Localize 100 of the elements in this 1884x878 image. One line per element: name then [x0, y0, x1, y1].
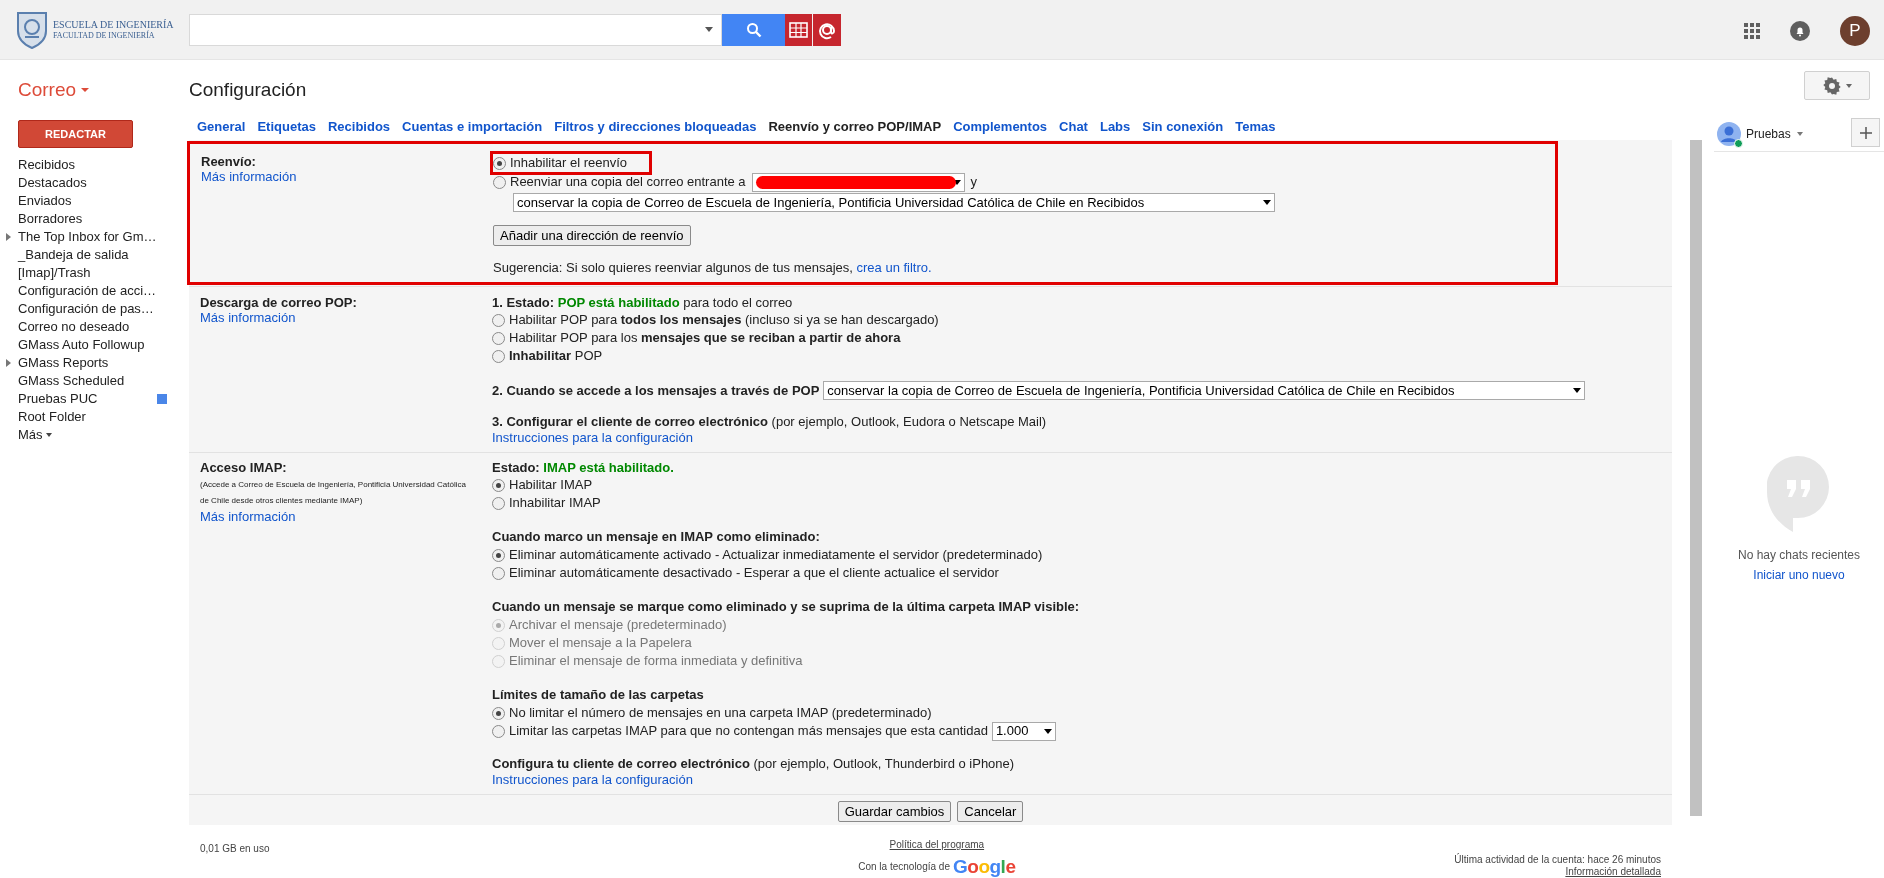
option-label: y — [970, 173, 978, 192]
folder-link[interactable]: Destacados — [18, 173, 87, 193]
app-menu-button[interactable]: Correo — [18, 75, 189, 105]
radio-button[interactable] — [492, 706, 505, 720]
settings-tab[interactable]: Reenvío y correo POP/IMAP — [768, 117, 942, 137]
radio-button[interactable] — [493, 175, 506, 189]
user-avatar-icon[interactable] — [1717, 121, 1741, 146]
more-link[interactable]: Más — [18, 426, 52, 444]
settings-tab[interactable]: Etiquetas — [257, 117, 316, 137]
search-field[interactable] — [189, 13, 722, 46]
folder-link[interactable]: Recibidos — [18, 155, 76, 175]
settings-tab[interactable]: Temas — [1235, 117, 1276, 137]
folder-link[interactable]: GMass Reports — [18, 353, 109, 373]
expand-arrow-icon[interactable] — [6, 233, 11, 241]
section-label: Acceso IMAP: — [200, 460, 288, 475]
option-label[interactable]: Inhabilitar POP — [509, 346, 603, 366]
folder-link[interactable]: Configuración de acci… — [18, 281, 157, 301]
settings-icon — [1822, 76, 1841, 95]
group-heading: Cuando marco un mensaje en IMAP como eliminado: — [492, 528, 821, 546]
settings-tab[interactable]: Filtros y direcciones bloqueadas — [554, 117, 757, 137]
settings-tab[interactable]: Labs — [1099, 117, 1131, 137]
option-label[interactable]: Inhabilitar IMAP — [509, 493, 601, 513]
folder-link[interactable]: Configuración de pas… — [18, 299, 154, 319]
radio-button[interactable] — [492, 313, 505, 327]
form-button[interactable]: Cancelar — [957, 801, 1024, 822]
add-forwarding-address-button[interactable]: Añadir una dirección de reenvío — [493, 225, 691, 246]
field-label: 2. Cuando se accede a los mensajes a través de POP — [492, 382, 820, 400]
link[interactable]: Instrucciones para la configuración — [492, 772, 693, 787]
option-label[interactable]: Eliminar automáticamente desactivado - Esperar a que el cliente actualice el servidor — [509, 563, 999, 583]
settings-tab[interactable]: Cuentas e importación — [402, 117, 543, 137]
settings-tab[interactable]: Chat — [1059, 117, 1088, 137]
instruction-text: 3. Configurar el cliente de correo electrónico (por ejemplo, Outlook, Eudora o Netscape Mail) — [492, 413, 1048, 430]
folder-link[interactable]: Pruebas PUC — [18, 389, 98, 409]
chat-user-name[interactable]: Pruebas — [1746, 124, 1791, 143]
folder-link[interactable]: GMass Auto Followup — [18, 335, 145, 355]
folder-link[interactable]: Enviados — [18, 191, 72, 211]
option-label[interactable]: Habilitar IMAP — [509, 475, 593, 495]
compose-button[interactable]: REDACTAR — [18, 120, 133, 148]
radio-button[interactable] — [492, 478, 505, 492]
option-label[interactable]: No limitar el número de mensajes en una carpeta IMAP (predeterminado) — [509, 703, 932, 723]
hint-text: Sugerencia: Si solo quieres reenviar algunos de tus mensajes, crea un filtro. — [493, 259, 933, 277]
option-label[interactable]: Reenviar una copia del correo entrante a — [510, 172, 746, 192]
link[interactable]: Información detallada — [1565, 866, 1661, 878]
folder-link[interactable]: GMass Scheduled — [18, 371, 125, 391]
avatar[interactable]: P — [1840, 16, 1870, 46]
crest-icon — [16, 10, 48, 49]
radio-button[interactable] — [492, 349, 505, 363]
radio-button[interactable] — [492, 724, 505, 738]
link[interactable]: Más información — [200, 509, 296, 524]
link[interactable]: Política del programa — [889, 837, 985, 852]
option-label[interactable]: Habilitar POP para los mensajes que se reciban a partir de ahora — [509, 328, 901, 348]
keep-copy-dropdown[interactable]: conservar la copia de Correo de Escuela de Ingeniería, Pontificia Universidad Católica de Chile en Recibidos — [513, 193, 1275, 212]
radio-button[interactable] — [492, 496, 505, 510]
quantity-dropdown[interactable]: 1.000 — [991, 721, 1056, 741]
option-label[interactable]: Habilitar POP para todos los mensajes (incluso si ya se han descargado) — [509, 310, 939, 330]
option-label[interactable]: Eliminar automáticamente activado - Actualizar inmediatamente el servidor (predeterminado) — [509, 545, 1043, 565]
settings-tab[interactable]: Complementos — [953, 117, 1048, 137]
scrollbar[interactable] — [1690, 140, 1702, 816]
folder-link[interactable]: _Bandeja de salida — [18, 245, 129, 265]
page-title: Configuración — [189, 77, 307, 102]
radio-button[interactable] — [492, 331, 505, 345]
empty-chat-text: No hay chats recientes — [1736, 547, 1862, 564]
bell-icon[interactable] — [1790, 21, 1810, 41]
radio-button[interactable] — [492, 548, 505, 562]
chat-bubble-icon — [1767, 456, 1829, 532]
expand-arrow-icon[interactable] — [6, 359, 11, 367]
email-dropdown[interactable] — [751, 172, 965, 192]
radio-button[interactable] — [492, 566, 505, 580]
link[interactable]: crea un filtro. — [856, 260, 932, 275]
folder-link[interactable]: Root Folder — [18, 407, 86, 427]
settings-button[interactable] — [1804, 71, 1870, 100]
folder-link[interactable]: Correo no deseado — [18, 317, 130, 337]
link[interactable]: Más información — [201, 169, 297, 184]
plus-icon — [1859, 126, 1872, 139]
group-heading: Cuando un mensaje se marque como eliminado y se suprima de la última carpeta IMAP visible: — [492, 598, 1080, 616]
option-label[interactable]: Limitar las carpetas IMAP para que no contengan más mensajes que esta cantidad — [509, 721, 988, 741]
link[interactable]: Más información — [200, 310, 296, 325]
at-sign-icon[interactable] — [813, 13, 841, 46]
settings-tab[interactable]: General — [197, 117, 246, 137]
status-text: Estado: IMAP está habilitado. — [492, 460, 675, 476]
option-label[interactable]: Inhabilitar el reenvío — [510, 153, 628, 173]
search-icon — [745, 21, 762, 38]
folder-link[interactable]: [Imap]/Trash — [18, 263, 91, 283]
folder-link[interactable]: Borradores — [18, 209, 83, 229]
table-icon[interactable] — [785, 13, 812, 46]
settings-tab[interactable]: Sin conexión — [1142, 117, 1224, 137]
radio-button[interactable] — [493, 156, 506, 170]
form-button[interactable]: Guardar cambios — [837, 801, 952, 822]
section-label: Reenvío: — [201, 154, 257, 169]
new-chat-button[interactable] — [1851, 118, 1880, 147]
pop-access-dropdown[interactable]: conservar la copia de Correo de Escuela de Ingeniería, Pontificia Universidad Católica de Chile en Recibidos — [823, 381, 1586, 401]
group-heading: Límites de tamaño de las carpetas — [492, 686, 705, 704]
settings-tab[interactable]: Recibidos — [327, 117, 391, 137]
folder-link[interactable]: The Top Inbox for Gm… — [18, 227, 157, 247]
section-note: (Accede a Correo de Escuela de Ingeniería, Pontificia Universidad Católica de Chile desde otros clientes mediante IMAP) — [200, 479, 467, 507]
storage-usage: 0,01 GB en uso — [200, 842, 270, 856]
link[interactable]: Iniciar uno nuevo — [1753, 566, 1845, 584]
apps-grid-icon[interactable] — [1744, 23, 1760, 39]
search-button[interactable] — [722, 13, 785, 46]
link[interactable]: Instrucciones para la configuración — [492, 429, 693, 445]
